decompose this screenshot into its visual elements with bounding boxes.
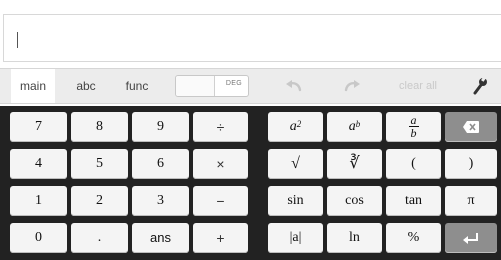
- input-area: [0, 0, 501, 62]
- key-multiply[interactable]: ×: [193, 149, 248, 179]
- deg-rad-toggle[interactable]: DEG: [175, 75, 249, 97]
- key-abs[interactable]: |a|: [268, 223, 323, 253]
- key-minus[interactable]: −: [193, 186, 248, 216]
- text-cursor: [17, 32, 18, 48]
- numerator-label: a: [410, 113, 417, 128]
- exponent-label: b: [355, 119, 361, 129]
- backspace-icon: [463, 120, 479, 133]
- calculator: main abc func DEG clear all 7 8 9 ÷ 4 5 …: [0, 0, 501, 260]
- expression-input[interactable]: [3, 14, 501, 62]
- key-sqrt[interactable]: √: [268, 149, 323, 179]
- tab-func[interactable]: func: [117, 69, 157, 103]
- base-label: a: [289, 119, 297, 134]
- redo-icon[interactable]: [341, 76, 363, 96]
- base-label: a: [348, 119, 356, 134]
- keypad: 7 8 9 ÷ 4 5 6 × 1 2 3 − 0 . ans + a2 ab …: [0, 106, 501, 260]
- key-percent[interactable]: %: [386, 223, 441, 253]
- key-plus[interactable]: +: [193, 223, 248, 253]
- deg-label: DEG: [225, 80, 242, 87]
- exponent-label: 2: [296, 119, 302, 129]
- key-2[interactable]: 2: [71, 186, 128, 216]
- key-sin[interactable]: sin: [268, 186, 323, 216]
- key-close-paren[interactable]: ): [445, 149, 497, 179]
- key-9[interactable]: 9: [132, 112, 189, 142]
- key-fraction[interactable]: a b: [386, 112, 441, 142]
- toggle-knob: [176, 76, 215, 96]
- key-1[interactable]: 1: [10, 186, 67, 216]
- key-ln[interactable]: ln: [327, 223, 382, 253]
- keyboard-toolbar: main abc func DEG clear all: [0, 68, 501, 104]
- key-0[interactable]: 0: [10, 223, 67, 253]
- undo-icon[interactable]: [283, 76, 305, 96]
- key-tan[interactable]: tan: [386, 186, 441, 216]
- key-5[interactable]: 5: [71, 149, 128, 179]
- key-4[interactable]: 4: [10, 149, 67, 179]
- key-a-squared[interactable]: a2: [268, 112, 323, 142]
- key-3[interactable]: 3: [132, 186, 189, 216]
- key-ans[interactable]: ans: [132, 223, 189, 253]
- key-divide[interactable]: ÷: [193, 112, 248, 142]
- enter-icon: [463, 232, 478, 244]
- clear-all-button[interactable]: clear all: [394, 69, 442, 103]
- key-enter[interactable]: [445, 223, 497, 253]
- key-open-paren[interactable]: (: [386, 149, 441, 179]
- wrench-icon[interactable]: [471, 76, 489, 96]
- denominator-label: b: [410, 126, 417, 141]
- key-decimal[interactable]: .: [71, 223, 128, 253]
- tab-main[interactable]: main: [11, 69, 55, 103]
- key-cos[interactable]: cos: [327, 186, 382, 216]
- key-pi[interactable]: π: [445, 186, 497, 216]
- key-a-power-b[interactable]: ab: [327, 112, 382, 142]
- tab-abc[interactable]: abc: [66, 69, 106, 103]
- key-7[interactable]: 7: [10, 112, 67, 142]
- key-backspace[interactable]: [445, 112, 497, 142]
- key-6[interactable]: 6: [132, 149, 189, 179]
- fraction-glyph: a b: [408, 113, 419, 141]
- key-8[interactable]: 8: [71, 112, 128, 142]
- key-nth-root[interactable]: ∛: [327, 149, 382, 179]
